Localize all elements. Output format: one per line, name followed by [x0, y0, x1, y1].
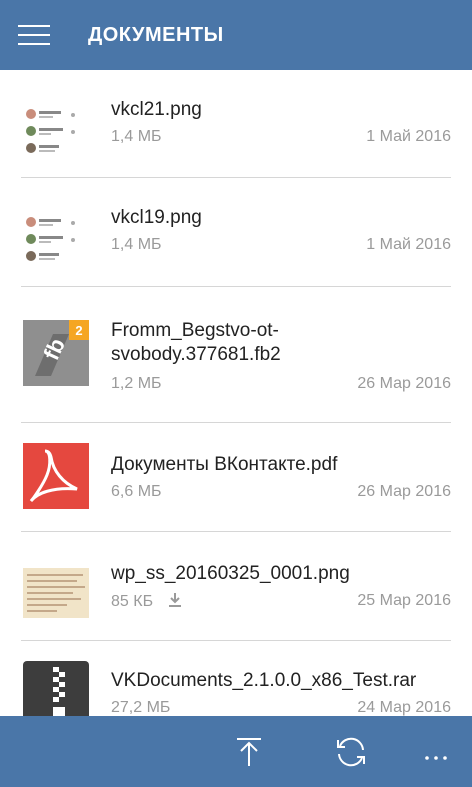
document-date: 24 Мар 2016: [357, 699, 451, 716]
svg-text:2: 2: [75, 323, 82, 338]
document-date: 1 Май 2016: [366, 128, 451, 145]
document-date: 26 Мар 2016: [357, 483, 451, 500]
document-size: 85 КБ: [111, 592, 182, 611]
document-name: VKDocuments_2.1.0.0_x86_Test.rar: [111, 670, 417, 691]
document-size: 1,2 МБ: [111, 375, 162, 392]
page-title: ДОКУМЕНТЫ: [88, 24, 224, 46]
list-item[interactable]: vkcl19.png 1,4 МБ 1 Май 2016: [21, 178, 451, 287]
list-item[interactable]: vkcl21.png 1,4 МБ 1 Май 2016: [21, 70, 451, 178]
document-size: 6,6 МБ: [111, 483, 162, 500]
document-name: Fromm_Begstvo-ot-: [111, 320, 279, 341]
document-size: 1,4 МБ: [111, 236, 162, 253]
more-icon[interactable]: [418, 734, 454, 770]
image-thumbnail: [23, 568, 89, 618]
list-item[interactable]: wp_ss_20160325_0001.png 85 КБ 25 Мар 201…: [21, 532, 451, 641]
document-size-text: 85 КБ: [111, 593, 154, 610]
archive-file-icon: [23, 661, 89, 716]
app-bar: ДОКУМЕНТЫ: [0, 0, 472, 70]
download-icon: [168, 593, 181, 607]
document-name: Документы ВКонтакте.pdf: [111, 454, 338, 475]
pdf-file-icon: [23, 443, 89, 509]
document-size: 1,4 МБ: [111, 128, 162, 145]
image-thumbnail: [26, 109, 75, 153]
hamburger-icon[interactable]: [18, 25, 50, 45]
document-name: vkcl21.png: [111, 99, 202, 120]
documents-list[interactable]: vkcl21.png 1,4 МБ 1 Май 2016 vkcl19.png …: [0, 70, 472, 716]
fb2-file-icon: 2 fb: [23, 320, 89, 386]
document-date: 25 Мар 2016: [357, 592, 451, 609]
document-date: 1 Май 2016: [366, 236, 451, 253]
list-item[interactable]: 2 fb Fromm_Begstvo-ot- svobody.377681.fb…: [21, 287, 451, 423]
upload-icon[interactable]: [231, 734, 267, 770]
refresh-icon[interactable]: [333, 734, 369, 770]
image-thumbnail: [26, 217, 75, 261]
list-item[interactable]: VKDocuments_2.1.0.0_x86_Test.rar 27,2 МБ…: [21, 641, 451, 716]
document-date: 26 Мар 2016: [357, 375, 451, 392]
document-name: vkcl19.png: [111, 207, 202, 228]
document-size: 27,2 МБ: [111, 699, 171, 716]
bottom-app-bar: [0, 716, 472, 787]
list-item[interactable]: Документы ВКонтакте.pdf 6,6 МБ 26 Мар 20…: [21, 423, 451, 532]
document-name: wp_ss_20160325_0001.png: [111, 563, 350, 584]
document-name-line2: svobody.377681.fb2: [111, 344, 281, 365]
